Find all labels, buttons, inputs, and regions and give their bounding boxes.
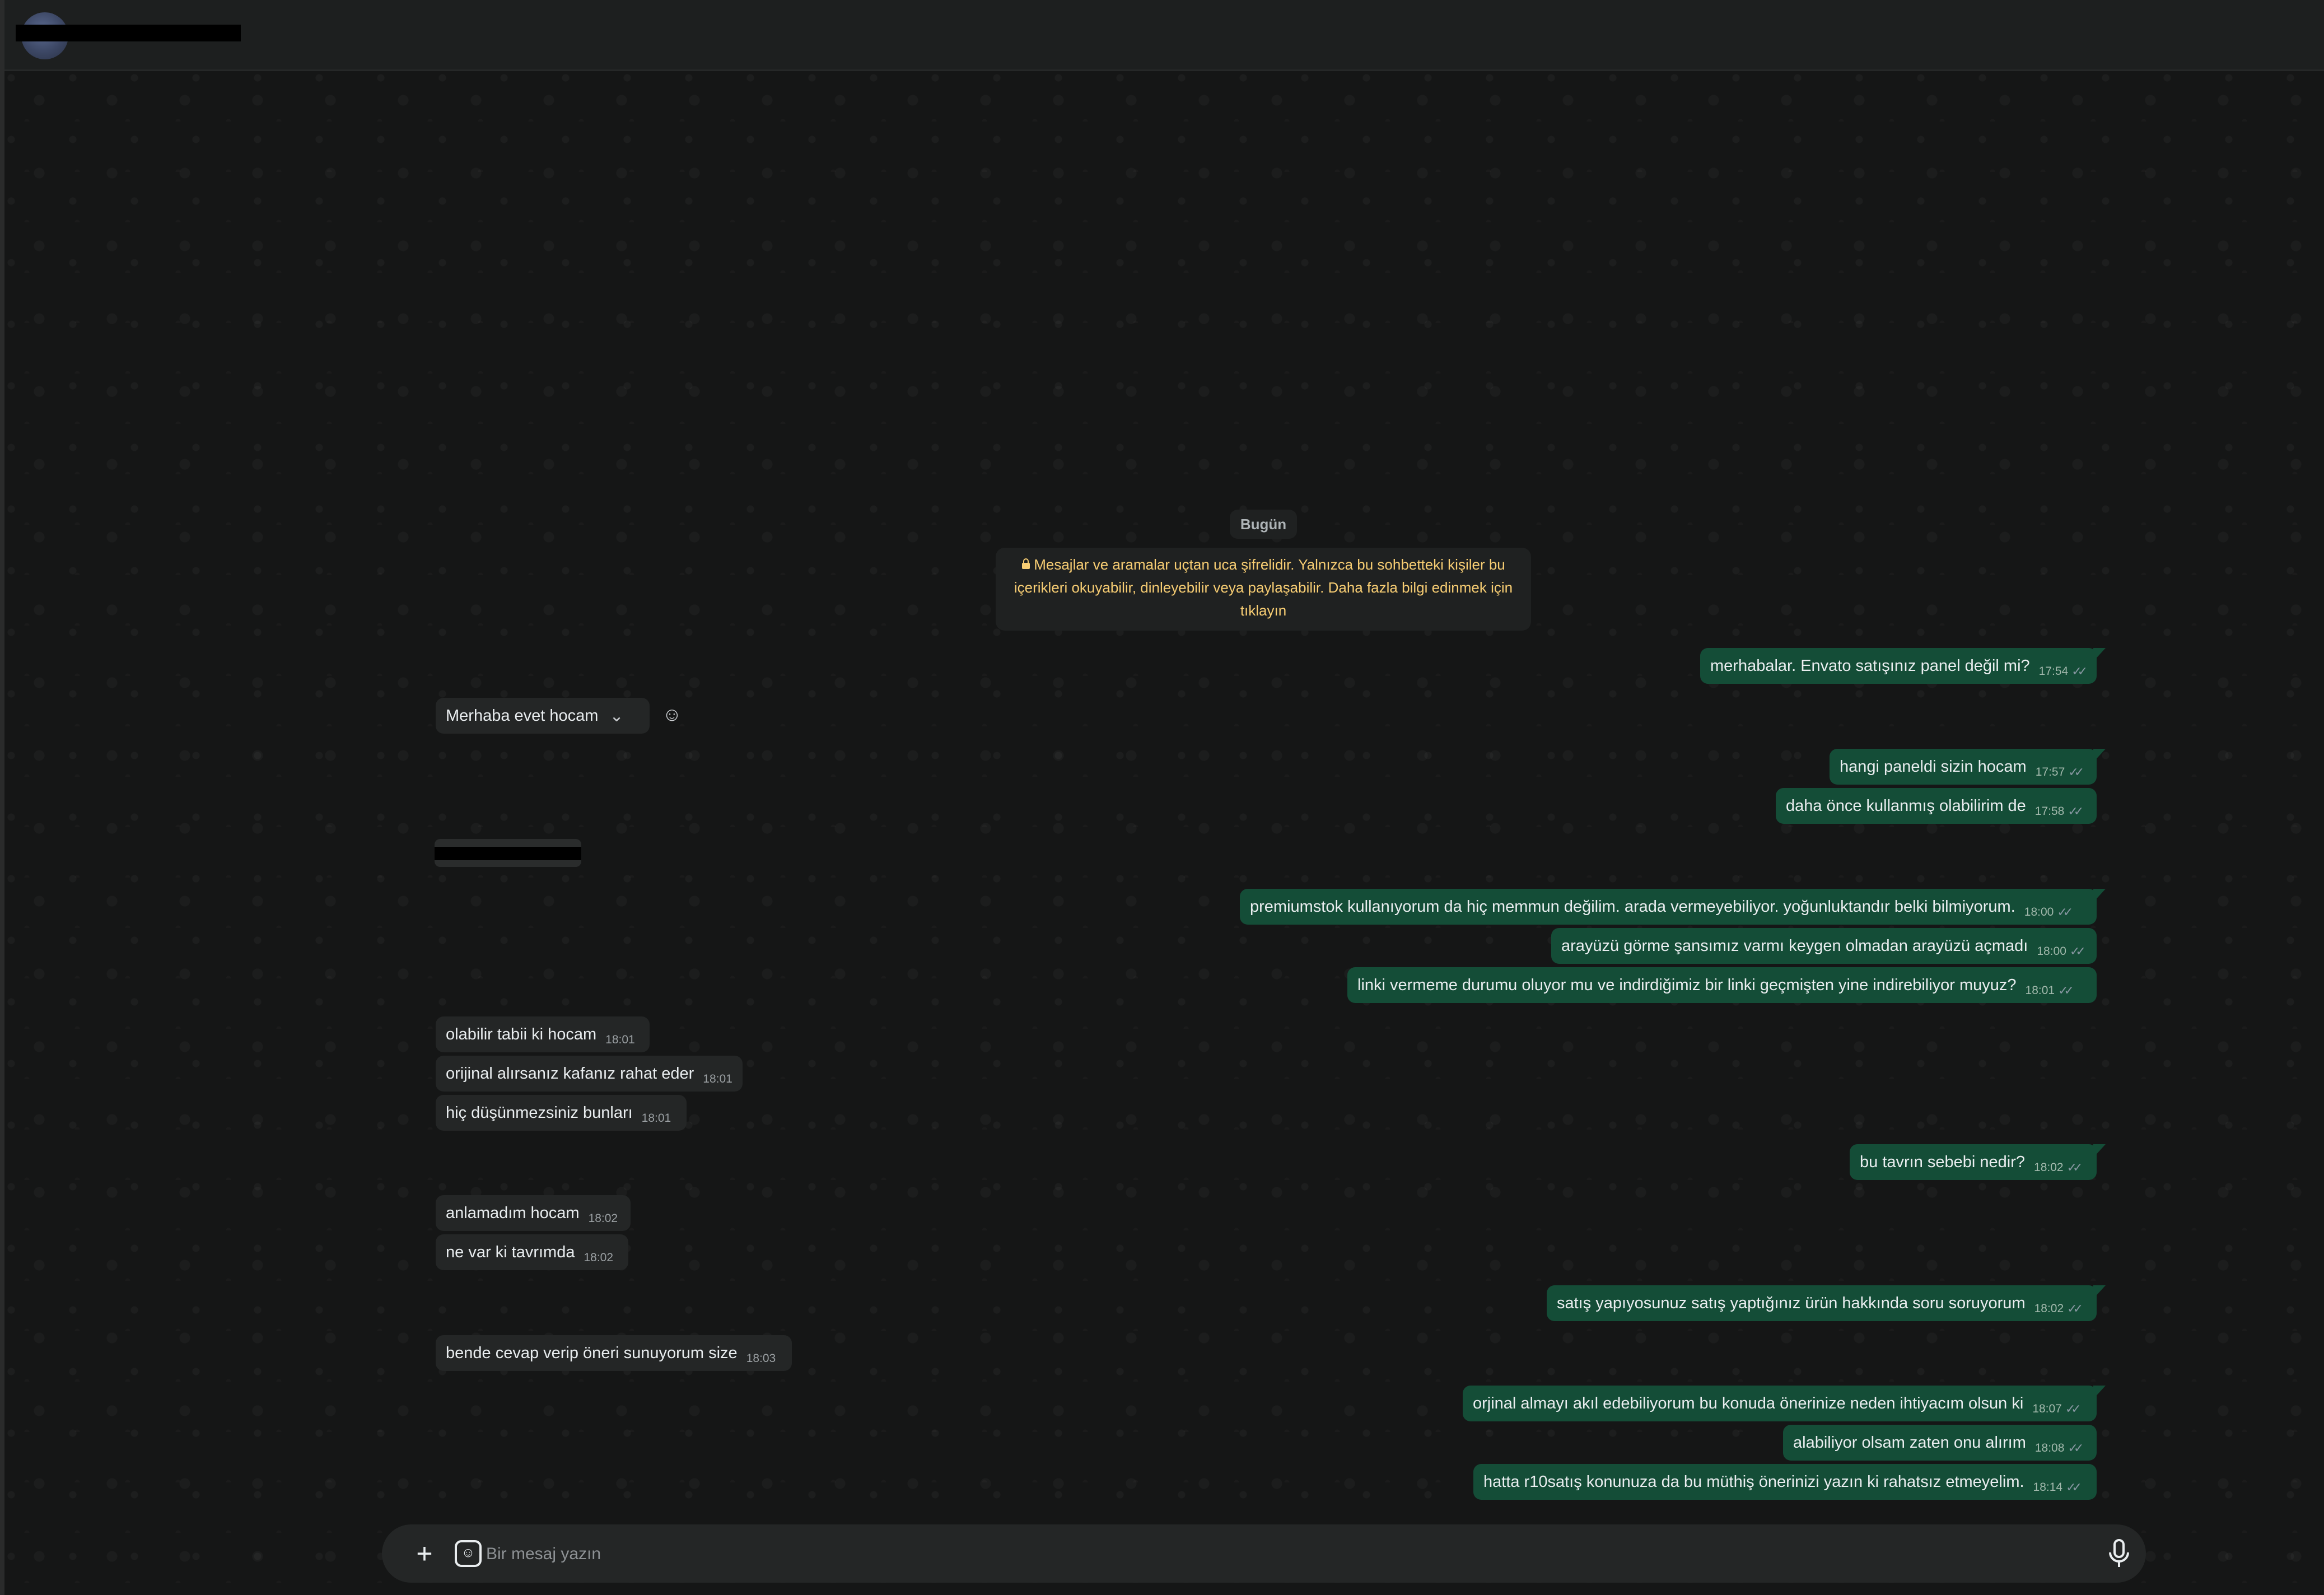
message-bubble-outgoing[interactable]: alabiliyor olsam zaten onu alırım 18:08 …: [1783, 1425, 2097, 1461]
double-check-icon: ✓✓: [2065, 1402, 2082, 1416]
emoji-reaction-icon[interactable]: ☺: [661, 703, 683, 726]
bubble-tail: [2093, 648, 2106, 661]
message-bubble-outgoing[interactable]: orjinal almayı akıl edebiliyorum bu konu…: [1463, 1386, 2097, 1421]
message-bubble-outgoing[interactable]: hangi paneldi sizin hocam 17:57 ✓✓: [1830, 749, 2097, 785]
message-text: linki vermeme durumu oluyor mu ve indird…: [1357, 976, 2017, 994]
message-text: merhabalar. Envato satışınız panel değil…: [1710, 656, 2030, 675]
message-bubble-outgoing[interactable]: bu tavrın sebebi nedir? 18:02 ✓✓: [1850, 1144, 2097, 1180]
double-check-icon: ✓✓: [2066, 1480, 2082, 1494]
message-bubble-incoming[interactable]: Merhaba evet hocam ⌄: [436, 698, 650, 734]
encryption-notice[interactable]: Mesajlar ve aramalar uçtan uca şifrelidi…: [996, 548, 1531, 631]
double-check-icon: ✓✓: [2068, 1441, 2084, 1455]
message-text: bu tavrın sebebi nedir?: [1860, 1153, 2026, 1171]
message-text: hiç düşünmezsiniz bunları: [446, 1103, 633, 1122]
plus-icon[interactable]: +: [410, 1539, 439, 1568]
redacted-message: [435, 839, 581, 867]
message-text: orijinal alırsanız kafanız rahat eder: [446, 1064, 694, 1083]
message-bubble-incoming[interactable]: anlamadım hocam 18:02: [436, 1195, 631, 1231]
chat-wallpaper: [4, 71, 2324, 1595]
sticker-icon[interactable]: ☺: [455, 1540, 482, 1567]
chat-header[interactable]: [4, 0, 2324, 71]
message-text: Merhaba evet hocam: [446, 706, 599, 725]
bubble-tail: [2093, 1144, 2106, 1158]
double-check-icon: ✓✓: [2066, 1160, 2083, 1174]
message-time: 17:58: [2034, 805, 2065, 818]
message-time: 18:08: [2034, 1442, 2065, 1454]
message-bubble-outgoing[interactable]: merhabalar. Envato satışınız panel değil…: [1700, 648, 2097, 684]
message-text: satış yapıyosunuz satış yaptığınız ürün …: [1557, 1294, 2026, 1312]
message-time: 18:14: [2033, 1481, 2063, 1494]
double-check-icon: ✓✓: [2068, 765, 2084, 779]
message-text: anlamadım hocam: [446, 1204, 580, 1222]
whatsapp-chat-window: Bugün Mesajlar ve aramalar uçtan uca şif…: [0, 0, 2324, 1595]
message-bubble-outgoing[interactable]: hatta r10satış konunuza da bu müthiş öne…: [1473, 1464, 2097, 1500]
lock-icon: [1021, 553, 1030, 576]
date-separator: Bugün: [1230, 510, 1297, 539]
message-text: orjinal almayı akıl edebiliyorum bu konu…: [1473, 1394, 2024, 1412]
message-bubble-outgoing[interactable]: satış yapıyosunuz satış yaptığınız ürün …: [1547, 1285, 2097, 1321]
double-check-icon: ✓✓: [2057, 905, 2073, 919]
message-bubble-incoming[interactable]: bende cevap verip öneri sunuyorum size 1…: [436, 1335, 792, 1371]
mic-icon[interactable]: [2108, 1539, 2130, 1568]
bubble-tail: [2093, 1285, 2106, 1299]
double-check-icon: ✓✓: [2068, 804, 2084, 818]
redaction-bar: [435, 847, 581, 860]
encryption-notice-text: Mesajlar ve aramalar uçtan uca şifrelidi…: [1014, 556, 1513, 619]
message-text: arayüzü görme şansımız varmı keygen olma…: [1561, 936, 2028, 955]
message-time: 17:54: [2038, 665, 2069, 678]
message-bubble-incoming[interactable]: orijinal alırsanız kafanız rahat eder 18…: [436, 1056, 743, 1092]
bubble-tail: [2093, 1386, 2106, 1399]
message-text: premiumstok kullanıyorum da hiç memmun d…: [1250, 897, 2015, 916]
message-bubble-incoming[interactable]: hiç düşünmezsiniz bunları 18:01: [436, 1095, 687, 1131]
double-check-icon: ✓✓: [2071, 664, 2088, 678]
message-bubble-incoming[interactable]: olabilir tabii ki hocam 18:01: [436, 1016, 650, 1052]
message-text: olabilir tabii ki hocam: [446, 1025, 597, 1043]
chevron-down-icon[interactable]: ⌄: [609, 706, 623, 726]
message-time: 18:07: [2032, 1402, 2062, 1415]
message-time: 18:03: [746, 1352, 776, 1365]
message-input[interactable]: [485, 1537, 2033, 1571]
double-check-icon: ✓✓: [2058, 983, 2074, 997]
message-text: alabiliyor olsam zaten onu alırım: [1793, 1433, 2026, 1452]
message-time: 18:01: [2025, 984, 2055, 997]
message-time: 18:00: [2037, 945, 2066, 958]
message-text: bende cevap verip öneri sunuyorum size: [446, 1344, 738, 1362]
message-composer: + ☺: [382, 1524, 2146, 1583]
bubble-tail: [2093, 749, 2106, 762]
bubble-tail: [2093, 889, 2106, 902]
message-bubble-incoming[interactable]: ne var ki tavrımda 18:02: [436, 1234, 628, 1270]
message-time: 18:01: [641, 1112, 671, 1125]
window-border: [0, 0, 4, 1595]
message-time: 18:00: [2024, 906, 2054, 918]
message-time: 18:01: [703, 1072, 732, 1085]
double-check-icon: ✓✓: [2069, 944, 2086, 958]
message-text: daha önce kullanmış olabilirim de: [1786, 796, 2026, 815]
message-text: ne var ki tavrımda: [446, 1243, 575, 1261]
message-time: 18:02: [584, 1251, 614, 1264]
message-time: 17:57: [2035, 766, 2065, 778]
message-bubble-outgoing[interactable]: daha önce kullanmış olabilirim de 17:58 …: [1776, 788, 2097, 824]
contact-name-redaction: [16, 25, 241, 41]
message-text: hangi paneldi sizin hocam: [1840, 757, 2027, 776]
message-time: 18:01: [605, 1033, 635, 1046]
message-bubble-outgoing[interactable]: arayüzü görme şansımız varmı keygen olma…: [1551, 928, 2097, 964]
message-bubble-outgoing[interactable]: linki vermeme durumu oluyor mu ve indird…: [1347, 967, 2097, 1003]
double-check-icon: ✓✓: [2067, 1302, 2083, 1316]
message-text: hatta r10satış konunuza da bu müthiş öne…: [1483, 1472, 2024, 1491]
message-time: 18:02: [2034, 1302, 2064, 1315]
message-time: 18:02: [588, 1212, 618, 1225]
message-bubble-outgoing[interactable]: premiumstok kullanıyorum da hiç memmun d…: [1240, 889, 2097, 925]
message-time: 18:02: [2034, 1161, 2064, 1174]
